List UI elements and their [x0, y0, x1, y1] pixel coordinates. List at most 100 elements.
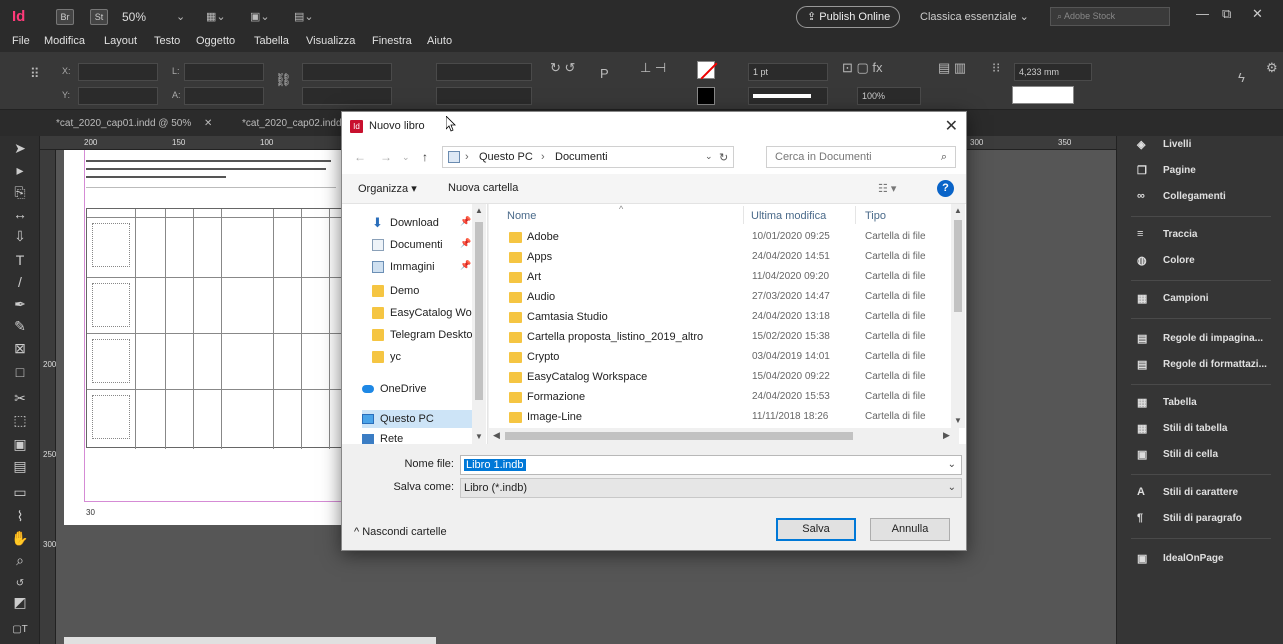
file-row[interactable]: Cartella proposta_listino_2019_altro 15/0…	[489, 328, 955, 348]
column-name[interactable]: Nome	[507, 210, 536, 222]
file-scrollbar[interactable]: ▲ ▼	[951, 204, 965, 428]
scroll-up-icon[interactable]: ▲	[475, 206, 483, 215]
column-modified[interactable]: Ultima modifica	[751, 210, 826, 222]
nav-item-easycatalog[interactable]: EasyCatalog Wo	[372, 304, 478, 322]
content-collector-icon[interactable]: ⇩	[10, 226, 30, 246]
scrollbar-thumb[interactable]	[475, 222, 483, 400]
stroke-swatch[interactable]	[697, 87, 715, 105]
formatting-affects-icon[interactable]: ▢T	[10, 620, 30, 640]
address-bar[interactable]: › Questo PC › Documenti ⌄ ↻	[442, 146, 734, 168]
frame-fitting-icon[interactable]: ⊡ ▢ fx	[842, 60, 883, 76]
bridge-button[interactable]: Br	[56, 9, 74, 25]
file-row[interactable]: EasyCatalog Workspace 15/04/2020 09:22 Car…	[489, 368, 955, 388]
gap-tool-icon[interactable]: ↔	[10, 204, 30, 224]
menu-aiuto[interactable]: Aiuto	[427, 35, 452, 47]
search-input[interactable]: Cerca in Documenti ⌕	[766, 146, 956, 168]
pin-icon[interactable]: 📌	[460, 216, 471, 227]
nav-item-yc[interactable]: yc	[372, 348, 478, 366]
filename-input[interactable]: Libro 1.indb ⌄	[460, 455, 962, 475]
refresh-icon[interactable]: ↻	[719, 151, 728, 164]
breadcrumb-documenti[interactable]: Documenti	[555, 151, 608, 163]
type-tool-icon[interactable]: T	[10, 250, 30, 270]
hide-folders-toggle[interactable]: ^ Nascondi cartelle	[354, 526, 447, 538]
arrange-documents-icon[interactable]: ▤⌄	[294, 10, 314, 23]
dialog-title-bar[interactable]: Id Nuovo libro ✕	[342, 112, 966, 140]
view-options-icon[interactable]: ▦⌄	[206, 10, 226, 23]
constrain-proportions-icon[interactable]: ⛓	[275, 72, 292, 88]
file-row[interactable]: Formazione 24/04/2020 15:53 Cartella di fi…	[489, 388, 955, 408]
opacity-field[interactable]: 100%	[857, 87, 921, 105]
close-icon[interactable]: ✕	[1252, 6, 1263, 22]
rotate-icon[interactable]: ↻ ↺	[550, 60, 575, 76]
gear-icon[interactable]: ⚙	[1266, 60, 1278, 76]
hand-tool-icon[interactable]: ✋	[10, 528, 30, 548]
workspace-switcher[interactable]: Classica essenziale ⌄	[920, 10, 1029, 23]
minimize-icon[interactable]: —	[1196, 6, 1209, 21]
file-row[interactable]: Camtasia Studio 24/04/2020 13:18 Cartella …	[489, 308, 955, 328]
file-hscrollbar[interactable]: ◀ ▶	[489, 428, 959, 444]
recent-chevron-icon[interactable]: ⌄	[402, 152, 410, 163]
y-field[interactable]	[78, 87, 158, 105]
zoom-tool-icon[interactable]: ⌕	[10, 550, 30, 570]
color-field[interactable]	[1012, 86, 1074, 104]
menu-visualizza[interactable]: Visualizza	[306, 35, 355, 47]
chevron-down-icon[interactable]: ⌄	[705, 151, 713, 162]
restore-icon[interactable]: ⧉	[1222, 6, 1231, 22]
menu-file[interactable]: File	[12, 35, 30, 47]
fill-stroke-icon[interactable]: ◩	[10, 592, 30, 612]
scrollbar-thumb[interactable]	[954, 220, 962, 312]
scroll-up-icon[interactable]: ▲	[954, 206, 962, 215]
view-options-icon[interactable]: ☷ ▾	[878, 182, 896, 195]
size-field[interactable]: 4,233 mm	[1014, 63, 1092, 81]
height-field[interactable]	[184, 87, 264, 105]
publish-online-button[interactable]: ⇪ Publish Online	[796, 6, 900, 28]
nav-item-rete[interactable]: Rete	[362, 430, 478, 448]
file-row[interactable]: Crypto 03/04/2019 14:01 Cartella di file	[489, 348, 955, 368]
column-separator[interactable]	[855, 206, 856, 224]
shear-field[interactable]	[436, 87, 532, 105]
file-row[interactable]: Image-Line 11/11/2018 18:26 Cartella di fi…	[489, 408, 955, 428]
gradient-swatch-tool-icon[interactable]: ▣	[10, 434, 30, 454]
menu-finestra[interactable]: Finestra	[372, 35, 412, 47]
nav-item-telegram[interactable]: Telegram Deskto	[372, 326, 478, 344]
new-folder-button[interactable]: Nuova cartella	[448, 182, 518, 194]
nav-item-questo-pc[interactable]: Questo PC	[362, 410, 472, 428]
menu-tabella[interactable]: Tabella	[254, 35, 289, 47]
lightning-icon[interactable]: ϟ	[1238, 70, 1245, 85]
file-row[interactable]: Apps 24/04/2020 14:51 Cartella di file	[489, 248, 955, 268]
free-transform-tool-icon[interactable]: ⬚	[10, 410, 30, 430]
scissors-tool-icon[interactable]: ✂	[10, 388, 30, 408]
line-tool-icon[interactable]: /	[10, 272, 30, 292]
nav-scrollbar[interactable]: ▲ ▼	[472, 204, 486, 444]
text-wrap-icon[interactable]: ▤ ▥	[938, 60, 966, 76]
chevron-down-icon[interactable]: ⌄	[948, 479, 956, 497]
fill-swatch[interactable]	[697, 61, 718, 80]
width-field[interactable]	[184, 63, 264, 81]
note-tool-icon[interactable]: ▭	[10, 482, 30, 502]
swap-colors-icon[interactable]: ↺	[10, 574, 30, 594]
align-icon[interactable]: ⊥ ⊣	[640, 60, 666, 76]
stroke-type-field[interactable]	[748, 87, 828, 105]
rectangle-frame-tool-icon[interactable]: ⊠	[10, 338, 30, 358]
page-tool-icon[interactable]: ⎘	[10, 182, 30, 202]
back-arrow-icon[interactable]: ←	[354, 150, 366, 164]
tab-close-icon[interactable]: ✕	[204, 118, 212, 129]
help-icon[interactable]: ?	[937, 180, 954, 197]
column-type[interactable]: Tipo	[865, 210, 886, 222]
stock-button[interactable]: St	[90, 9, 108, 25]
gap-icon[interactable]: ⁝⁝	[992, 60, 1000, 76]
scrollbar-thumb[interactable]	[505, 432, 853, 440]
tab-cap02[interactable]: *cat_2020_cap02.indd	[242, 118, 342, 129]
file-row[interactable]: Audio 27/03/2020 14:47 Cartella di file	[489, 288, 955, 308]
menu-oggetto[interactable]: Oggetto	[196, 35, 235, 47]
pin-icon[interactable]: 📌	[460, 260, 471, 271]
zoom-level[interactable]: 50%	[122, 10, 146, 24]
scale-x-field[interactable]	[302, 63, 392, 81]
cancel-button[interactable]: Annulla	[870, 518, 950, 541]
reference-point-icon[interactable]: ⠿	[30, 66, 40, 82]
chevron-down-icon[interactable]: ⌄	[948, 456, 956, 474]
scale-y-field[interactable]	[302, 87, 392, 105]
chevron-down-icon[interactable]: ⌄	[176, 10, 185, 23]
file-row[interactable]: Adobe 10/01/2020 09:25 Cartella di file	[489, 228, 955, 248]
screen-mode-icon[interactable]: ▣⌄	[250, 10, 270, 23]
